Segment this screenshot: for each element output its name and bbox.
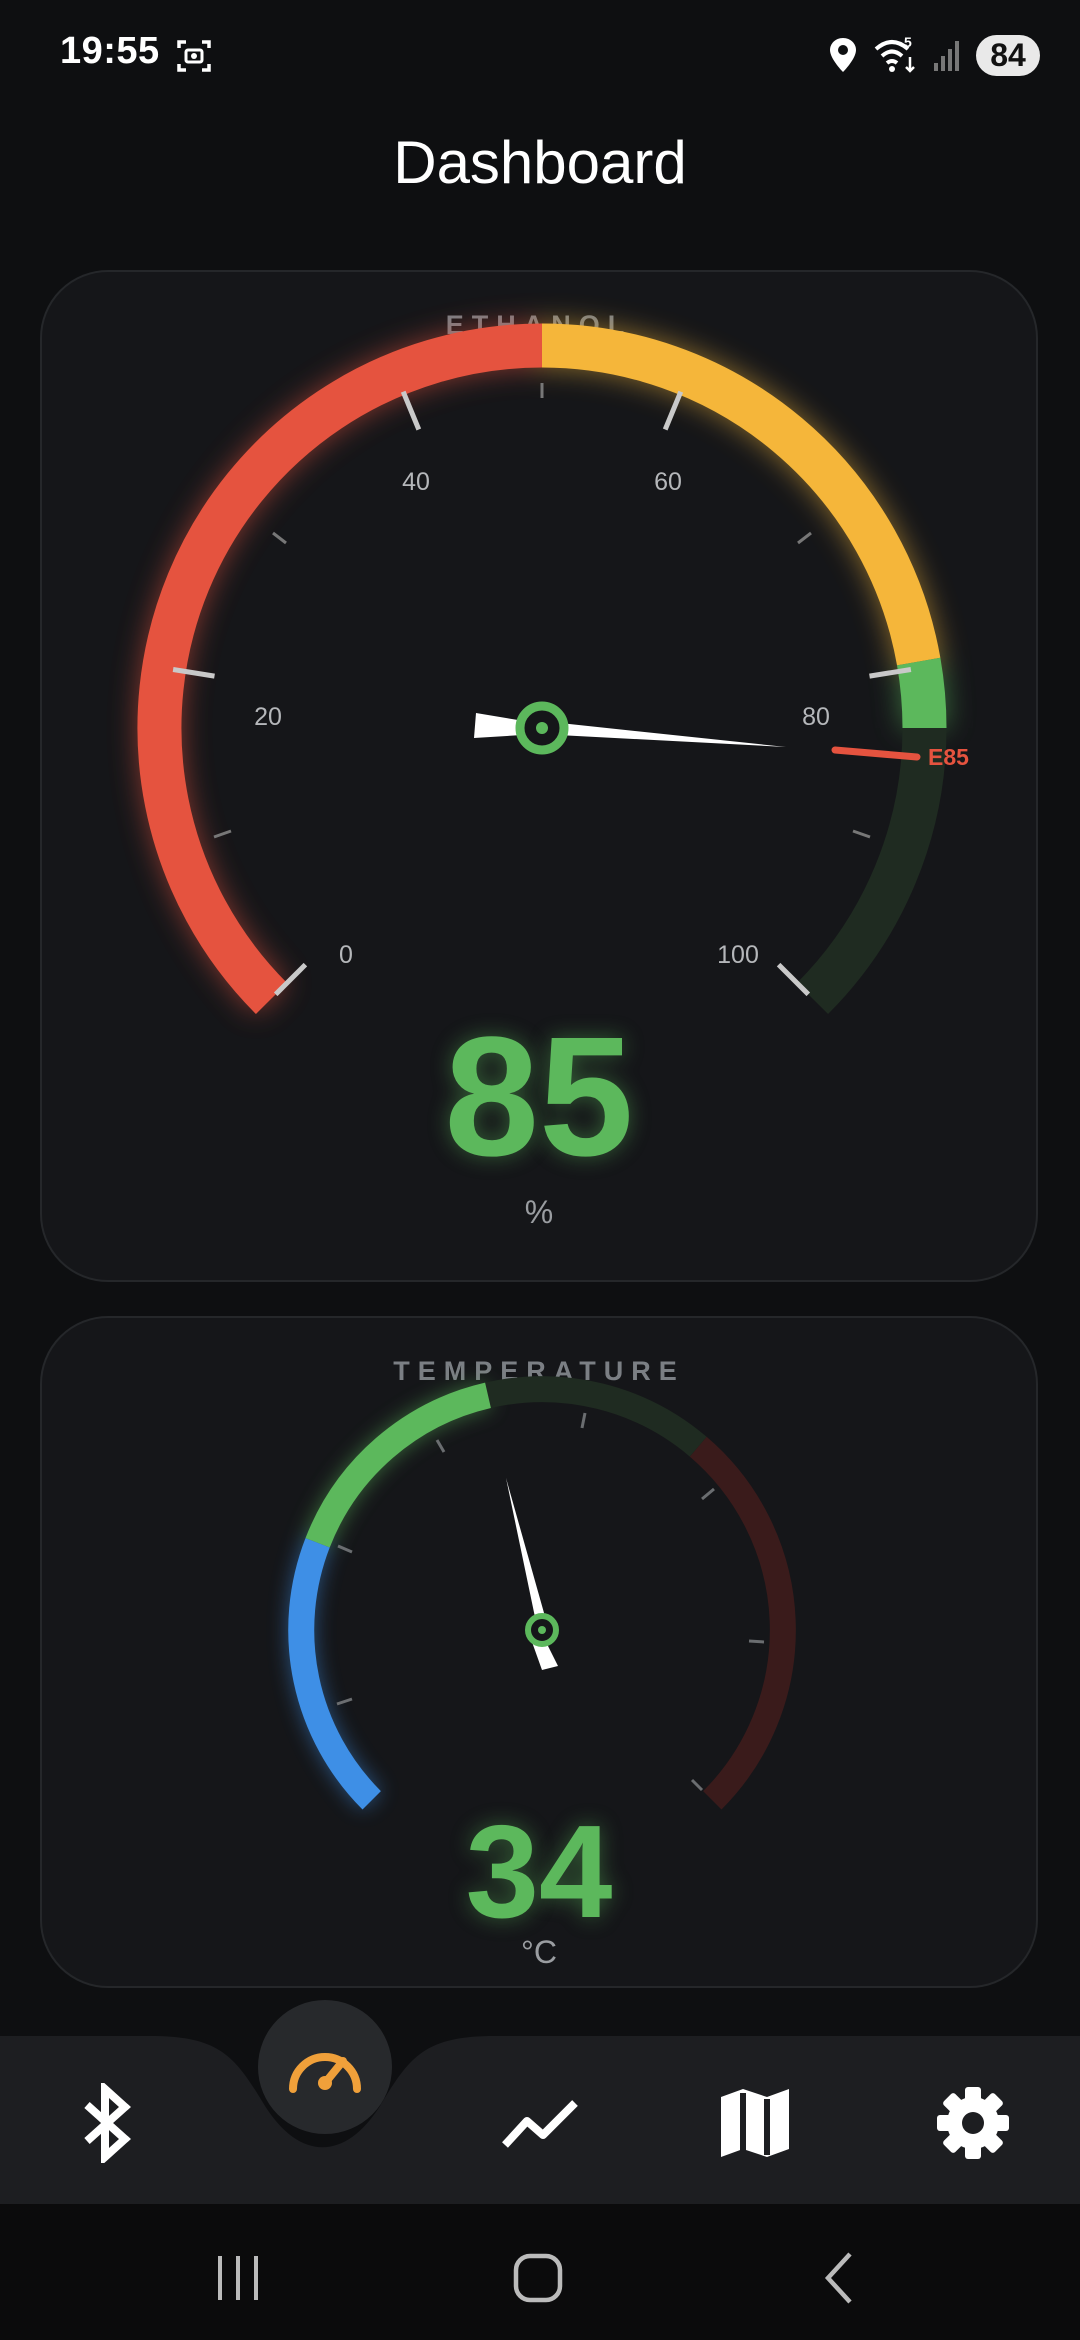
wifi-icon: 5 (874, 35, 915, 73)
map-icon (721, 2089, 789, 2157)
temperature-arc-neutral (485, 1376, 707, 1457)
nav-bluetooth[interactable] (62, 2078, 152, 2168)
status-time: 19:55 (60, 30, 160, 72)
nav-map[interactable] (710, 2078, 800, 2168)
chart-line-icon (502, 2100, 578, 2148)
temperature-unit: °C (521, 1934, 557, 1970)
home-icon[interactable] (508, 2248, 568, 2308)
screenshot-icon (177, 40, 211, 72)
location-icon (830, 38, 856, 72)
temperature-arc-good (305, 1382, 492, 1548)
ethanol-arc-good (896, 657, 947, 729)
system-nav-bar (0, 2204, 1080, 2340)
ethanol-tick-0: 0 (339, 941, 353, 969)
ethanol-needle (558, 723, 786, 747)
bluetooth-icon (84, 2083, 131, 2163)
status-bar: 19:55 5 84 (0, 0, 1080, 110)
bottom-nav (0, 2036, 1080, 2204)
ethanol-gauge-card: ETHANOL 0 20 40 60 80 100 E85 85 % (40, 270, 1038, 1282)
e85-marker-label: E85 (928, 744, 969, 770)
ethanol-tick-60: 60 (654, 468, 682, 496)
ethanol-tick-40: 40 (402, 468, 430, 496)
settings-icon (937, 2087, 1009, 2159)
nav-charts[interactable] (496, 2078, 586, 2168)
temperature-arc-hot (689, 1436, 796, 1810)
battery-indicator: 84 (976, 34, 1040, 76)
ethanol-tick-20: 20 (254, 703, 282, 731)
ethanol-arc-mid (541, 323, 941, 666)
nav-dashboard[interactable] (258, 2000, 392, 2134)
speedometer-icon (289, 2053, 361, 2093)
nav-settings[interactable] (928, 2078, 1018, 2168)
back-icon[interactable] (812, 2248, 872, 2308)
ethanol-tick-100: 100 (717, 941, 759, 969)
temperature-gauge-card: TEMPERATURE 34 °C (40, 1316, 1038, 1988)
signal-icon (934, 41, 959, 71)
temperature-arc-cold (288, 1538, 381, 1810)
ethanol-value: 85 (444, 1002, 634, 1192)
ethanol-arc-low (137, 323, 543, 1015)
page-title: Dashboard (393, 129, 687, 196)
temperature-value: 34 (465, 1798, 613, 1945)
ethanol-tick-80: 80 (802, 703, 830, 731)
temperature-needle (506, 1478, 546, 1622)
ethanol-unit: % (524, 1194, 554, 1230)
recents-icon[interactable] (208, 2248, 268, 2308)
svg-text:5: 5 (904, 35, 912, 50)
ethanol-arc-over (796, 727, 947, 1015)
